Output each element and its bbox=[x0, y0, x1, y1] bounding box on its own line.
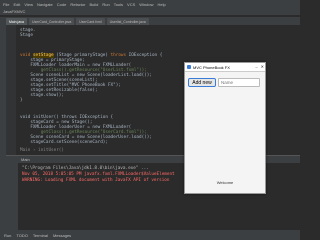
menu-view[interactable]: View bbox=[24, 2, 33, 7]
run-toolbar bbox=[6, 156, 18, 231]
status-messages[interactable]: Messages bbox=[53, 233, 71, 238]
welcome-label: Welcome bbox=[216, 180, 234, 185]
menu-vcs[interactable]: VCS bbox=[127, 2, 135, 7]
tab-usercard-controller[interactable]: UserCard_Controller.java bbox=[28, 18, 75, 25]
menu-code[interactable]: Code bbox=[57, 2, 67, 7]
add-new-button[interactable]: Add new bbox=[188, 78, 216, 87]
menu-run[interactable]: Run bbox=[102, 2, 109, 7]
menu-bar: File Edit View Navigate Code Refactor Bu… bbox=[0, 0, 300, 8]
minimize-icon[interactable]: – bbox=[255, 64, 257, 69]
run-tab[interactable]: Main bbox=[21, 157, 30, 162]
menu-file[interactable]: File bbox=[3, 2, 9, 7]
tab-usercard-fxml[interactable]: UserCard.fxml bbox=[76, 18, 105, 25]
menu-build[interactable]: Build bbox=[89, 2, 98, 7]
editor-breadcrumb[interactable]: Main › initUser() bbox=[20, 148, 64, 153]
status-terminal[interactable]: Terminal bbox=[33, 233, 48, 238]
phonebook-app-window: MVC PhoneBook FX – ✕ Add new Welcome bbox=[184, 62, 266, 194]
editor-tabs: Main.java UserCard_Controller.java UserC… bbox=[0, 17, 300, 25]
status-todo[interactable]: TODO bbox=[16, 233, 27, 238]
breadcrumb[interactable]: JavaFXMVC bbox=[3, 9, 25, 14]
menu-navigate[interactable]: Navigate bbox=[37, 2, 53, 7]
menu-refactor[interactable]: Refactor bbox=[70, 2, 85, 7]
window-controls: – ✕ bbox=[255, 64, 264, 69]
menu-window[interactable]: Window bbox=[139, 2, 153, 7]
search-input[interactable] bbox=[218, 78, 260, 87]
run-output-line: "C:\Program Files\Java\jdk1.8.0\bin\java… bbox=[22, 166, 149, 171]
menu-edit[interactable]: Edit bbox=[13, 2, 20, 7]
status-run[interactable]: Run bbox=[4, 233, 11, 238]
app-icon bbox=[187, 65, 191, 69]
menu-tools[interactable]: Tools bbox=[114, 2, 123, 7]
code-line: } bbox=[20, 98, 23, 103]
code-line: stage.show(); bbox=[20, 93, 64, 98]
tab-main[interactable]: Main.java bbox=[6, 18, 27, 25]
close-icon[interactable]: ✕ bbox=[261, 64, 264, 69]
navigation-bar: JavaFXMVC bbox=[0, 8, 300, 16]
menu-help[interactable]: Help bbox=[158, 2, 166, 7]
app-body: Add new Welcome bbox=[185, 72, 265, 193]
code-line: Stage bbox=[20, 33, 33, 38]
line-number-gutter bbox=[6, 25, 16, 155]
run-output-line: Nov 05, 2018 5:05:05 PM javafx.fxml.FXML… bbox=[22, 172, 175, 177]
app-titlebar[interactable]: MVC PhoneBook FX – ✕ bbox=[185, 63, 265, 72]
code-line: stageCard.setScene(sceneCard); bbox=[20, 140, 108, 145]
run-output-line: WARNING: Loading FXML document with Java… bbox=[22, 178, 170, 183]
tab-userlist-controller[interactable]: Userlist_Controller.java bbox=[106, 18, 149, 25]
status-bar: Run TODO Terminal Messages bbox=[0, 230, 300, 240]
app-title: MVC PhoneBook FX bbox=[193, 64, 230, 70]
